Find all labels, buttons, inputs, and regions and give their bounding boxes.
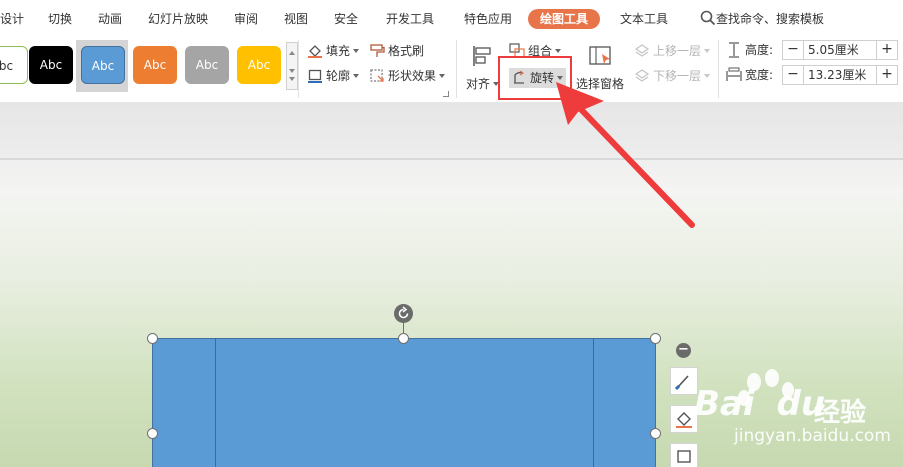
style-swatch-gray[interactable]: Abc [185,46,229,84]
menu-view[interactable]: 视图 [284,9,308,29]
style-swatch-black[interactable]: Abc [29,46,73,84]
resize-handle-top-right[interactable] [650,333,661,344]
shape-divider-line [593,338,594,467]
baidu-watermark: Bai du 经验 jingyan.baidu.com [694,369,903,467]
height-input[interactable]: 5.05厘米 [803,41,877,59]
style-swatch-gold[interactable]: Abc [237,46,281,84]
menu-bar: 设计 切换 动画 幻灯片放映 审阅 视图 安全 开发工具 特色应用 绘图工具 文… [0,0,903,36]
width-icon [726,67,742,81]
rotation-handle[interactable] [394,304,413,323]
style-swatch-white[interactable]: bc [0,46,28,84]
height-decrease-button[interactable]: − [783,41,803,59]
menu-transition[interactable]: 切换 [48,9,72,29]
menu-animation[interactable]: 动画 [98,9,122,29]
rotate-arrow-icon [398,306,409,319]
align-button[interactable]: 对齐 [466,42,500,98]
menu-drawing-tools[interactable]: 绘图工具 [528,9,601,29]
ribbon: bc Abc Abc Abc Abc Abc 填充 轮廓 格式刷 形状效果 对齐… [0,36,903,102]
collapse-toolbar-button[interactable]: − [676,343,691,358]
command-search[interactable]: 查找命令、搜索模板 [716,9,824,29]
menu-review[interactable]: 审阅 [234,9,258,29]
selection-pane-button[interactable]: 选择窗格 [576,42,626,98]
fill-button[interactable]: 填充 [307,41,360,61]
fill-bucket-icon [308,45,322,58]
format-painter-button[interactable]: 格式刷 [369,41,424,61]
align-icon [473,46,491,66]
style-swatch-orange[interactable]: Abc [133,46,177,84]
menu-text-tools[interactable]: 文本工具 [620,9,668,29]
outline-icon [308,69,322,83]
height-spinner: − 5.05厘米 + [782,40,898,60]
width-input[interactable]: 13.23厘米 [803,66,877,84]
menu-design[interactable]: 设计 [0,9,24,29]
menu-special-apps[interactable]: 特色应用 [464,9,512,29]
width-increase-button[interactable]: + [877,66,897,84]
width-spinner: − 13.23厘米 + [782,65,898,85]
menu-security[interactable]: 安全 [334,9,358,29]
send-backward-button[interactable]: 下移一层 [634,66,711,86]
outline-button[interactable]: 轮廓 [307,66,360,86]
shape-effects-button[interactable]: 形状效果 [369,66,446,86]
shape-divider-line [215,338,216,467]
watermark-cn: 经验 [814,398,867,428]
selection-pane-label: 选择窗格 [576,77,625,91]
width-label: 宽度: [745,68,774,82]
selection-pane-icon [589,46,611,65]
menu-slideshow[interactable]: 幻灯片放映 [148,9,208,29]
send-backward-icon [634,69,650,82]
resize-handle-left[interactable] [147,428,158,439]
height-icon [729,42,739,58]
format-painter-icon [370,44,385,57]
resize-handle-top-left[interactable] [147,333,158,344]
slide-edge [0,158,903,160]
watermark-brand: Bai [694,384,755,424]
shape-style-gallery: bc Abc Abc Abc Abc Abc [0,38,300,92]
watermark-url: jingyan.baidu.com [734,426,891,446]
shape-style-dialog-launcher[interactable] [443,91,449,97]
shape-effects-icon [370,69,384,82]
search-icon[interactable] [700,10,716,26]
ribbon-separator [456,40,457,98]
width-decrease-button[interactable]: − [783,66,803,84]
blue-rectangle-shape[interactable] [152,338,656,467]
gallery-scroll[interactable] [286,42,298,90]
align-label: 对齐 [466,77,491,91]
style-swatch-blue[interactable]: Abc [81,46,125,84]
bring-forward-icon [634,44,650,57]
resize-handle-right[interactable] [650,428,661,439]
resize-handle-top[interactable] [398,333,409,344]
ribbon-separator [718,40,719,98]
bring-forward-button[interactable]: 上移一层 [634,41,711,61]
height-label: 高度: [745,43,774,57]
height-increase-button[interactable]: + [877,41,897,59]
annotation-highlight-box [498,56,572,100]
menu-developer[interactable]: 开发工具 [386,9,434,29]
ribbon-separator [298,40,299,98]
